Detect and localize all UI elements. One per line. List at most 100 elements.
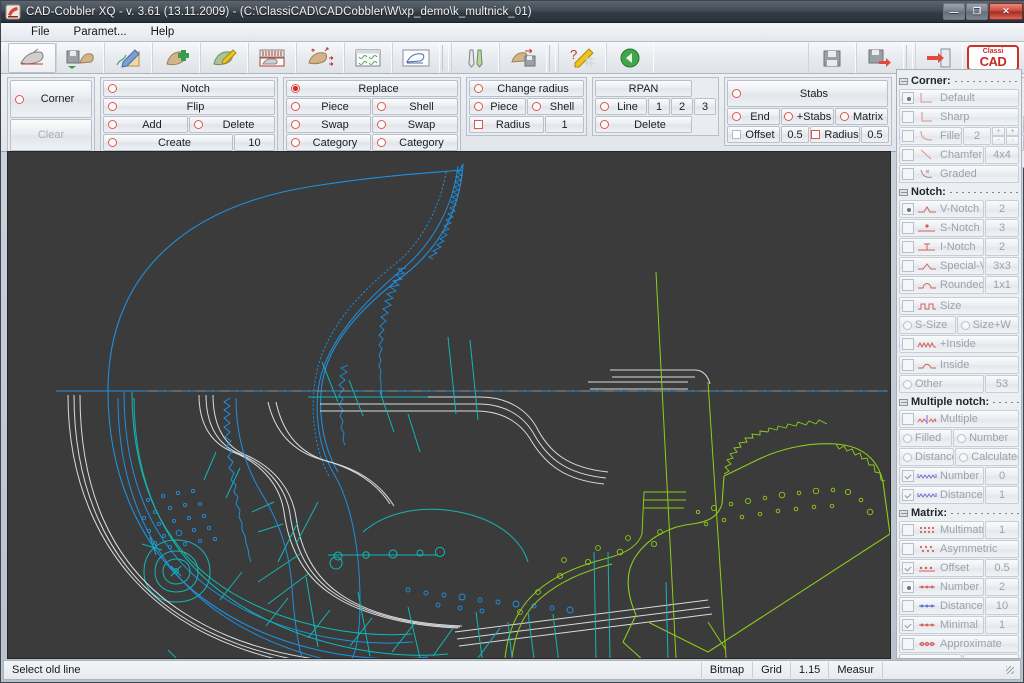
menu-file[interactable]: File	[19, 24, 62, 40]
sidebar-distance-opt[interactable]: Distance	[899, 448, 955, 466]
sidebar-size[interactable]: Size	[899, 297, 1019, 315]
stabs-radio[interactable]	[732, 89, 741, 98]
mx-offset-state-icon[interactable]	[902, 562, 914, 574]
create-value[interactable]: 10	[234, 134, 275, 151]
minimize-button[interactable]: —	[943, 3, 965, 20]
clear-button[interactable]: Clear	[10, 119, 92, 151]
i-notch-state-icon[interactable]	[902, 241, 914, 253]
delete-button[interactable]: Delete	[189, 116, 275, 133]
sidebar-mn-distance[interactable]: Distance	[899, 486, 984, 504]
cr-piece-radio[interactable]	[474, 102, 483, 111]
replace-shell-radio[interactable]	[377, 102, 386, 111]
sidebar-mx-minimal-value[interactable]: 1	[985, 616, 1019, 634]
notch-button[interactable]: Notch	[103, 80, 275, 97]
swap-right-radio[interactable]	[377, 120, 386, 129]
sidebar-mx-minimal[interactable]: Minimal	[899, 616, 984, 634]
create-button[interactable]: Create	[103, 134, 233, 151]
special-v-state-icon[interactable]	[902, 260, 914, 272]
corner-radio[interactable]	[15, 94, 24, 104]
graded-state-icon[interactable]	[902, 168, 914, 180]
sidebar-multiple[interactable]: Multiple	[899, 410, 1019, 428]
add-radio[interactable]	[108, 120, 117, 129]
mn-distance-state-icon[interactable]	[902, 489, 914, 501]
fillet-increment-2[interactable]: +	[1006, 127, 1019, 136]
sidebar-chamfer[interactable]: Chamfer	[899, 146, 984, 164]
sidebar-fillet[interactable]: Fillet	[899, 127, 962, 145]
sidebar-approximate[interactable]: Approximate	[899, 635, 1019, 653]
sidebar-mx-distance[interactable]: Distance	[899, 597, 984, 615]
sharp-state-icon[interactable]	[902, 111, 914, 123]
size-w-radio[interactable]	[960, 320, 970, 330]
fillet-spinner-2[interactable]: + -	[1006, 127, 1019, 145]
number-opt-radio[interactable]	[957, 433, 967, 443]
stabs-radius-check[interactable]: Radius	[810, 126, 860, 143]
plus-inside-state-icon[interactable]	[902, 338, 914, 350]
sidebar-i-notch[interactable]: I-Notch	[899, 238, 984, 256]
status-grid-label[interactable]: Grid	[753, 662, 791, 678]
other-radio[interactable]	[903, 379, 912, 389]
stabs-radius-value[interactable]: 0.5	[861, 126, 889, 143]
cr-radius-check[interactable]: Radius	[469, 116, 544, 133]
select-shoe-tool[interactable]	[8, 42, 56, 73]
sidebar-mx-offset[interactable]: Offset	[899, 559, 984, 577]
preview-tool[interactable]	[392, 42, 440, 73]
sidebar-v-notch-value[interactable]: 2	[985, 200, 1019, 218]
sidebar-mn-number[interactable]: Number	[899, 467, 984, 485]
stabs-radius-checkbox[interactable]	[811, 130, 821, 139]
cr-radius-value[interactable]: 1	[545, 116, 584, 133]
stabs-offset-checkbox[interactable]	[732, 130, 741, 139]
fillet-decrement[interactable]: -	[992, 136, 1005, 145]
corner-button[interactable]: Corner	[10, 80, 92, 118]
sidebar-mx-distance-value[interactable]: 10	[985, 597, 1019, 615]
rpan-n2[interactable]: 2	[671, 98, 693, 115]
plus-stabs-button[interactable]: +Stabs	[781, 108, 834, 125]
stabs-offset-value[interactable]: 0.5	[781, 126, 809, 143]
notch-radio[interactable]	[108, 84, 117, 93]
sidebar-mn-number-value[interactable]: 0	[985, 467, 1019, 485]
fillet-increment[interactable]: +	[992, 127, 1005, 136]
replace-piece-button[interactable]: Piece	[286, 98, 371, 115]
s-notch-state-icon[interactable]	[902, 222, 914, 234]
replace-shell-button[interactable]: Shell	[372, 98, 458, 115]
rounded-state-icon[interactable]	[902, 279, 914, 291]
s-size-radio[interactable]	[903, 320, 912, 330]
sidebar-mn-distance-value[interactable]: 1	[985, 486, 1019, 504]
replace-piece-radio[interactable]	[291, 102, 300, 111]
sidebar-filled[interactable]: Filled	[899, 429, 953, 447]
exit-tool[interactable]	[915, 42, 963, 73]
rpan-n3[interactable]: 3	[694, 98, 716, 115]
sidebar-free-ends[interactable]: Free ends	[962, 654, 1019, 658]
sidebar-v-notch[interactable]: V-Notch	[899, 200, 984, 218]
replace-radio[interactable]	[291, 84, 300, 93]
cr-shell-radio[interactable]	[532, 102, 541, 111]
measure-tool[interactable]: ?	[558, 42, 606, 73]
mx-distance-state-icon[interactable]	[902, 600, 914, 612]
approximate-state-icon[interactable]	[902, 638, 914, 650]
mn-number-state-icon[interactable]	[902, 470, 914, 482]
replace-button[interactable]: Replace	[286, 80, 458, 97]
chamfer-state-icon[interactable]	[902, 149, 914, 161]
sidebar-mx-offset-value[interactable]: 0.5	[985, 559, 1019, 577]
sidebar-s-size[interactable]: S-Size	[899, 316, 956, 334]
edit-piece-tool[interactable]	[200, 42, 248, 73]
sidebar-special-v[interactable]: Special-V	[899, 257, 984, 275]
v-notch-state-icon[interactable]	[902, 203, 914, 215]
status-grid-value[interactable]: 1.15	[791, 662, 830, 678]
sidebar-i-notch-value[interactable]: 2	[985, 238, 1019, 256]
asymmetric-state-icon[interactable]	[902, 543, 914, 555]
nest-tool[interactable]	[344, 42, 392, 73]
plus-stabs-radio[interactable]	[783, 112, 793, 121]
cad-canvas[interactable]	[7, 151, 891, 659]
swap-right-button[interactable]: Swap	[372, 116, 458, 133]
sidebar-calculated[interactable]: Calculated	[955, 448, 1019, 466]
stabs-button[interactable]: Stabs	[727, 80, 888, 107]
inside-state-icon[interactable]	[902, 359, 914, 371]
change-radius-radio[interactable]	[474, 84, 483, 93]
menu-parameters[interactable]: Paramet...	[62, 24, 139, 40]
sidebar-default[interactable]: Default	[899, 89, 1019, 107]
sidebar-sharp[interactable]: Sharp	[899, 108, 1019, 126]
sidebar-special-v-value[interactable]: 3x3	[985, 257, 1019, 275]
calculated-radio[interactable]	[959, 452, 969, 462]
rpan-line-radio[interactable]	[600, 102, 609, 111]
sidebar-plus-inside[interactable]: +Inside	[899, 335, 1019, 353]
